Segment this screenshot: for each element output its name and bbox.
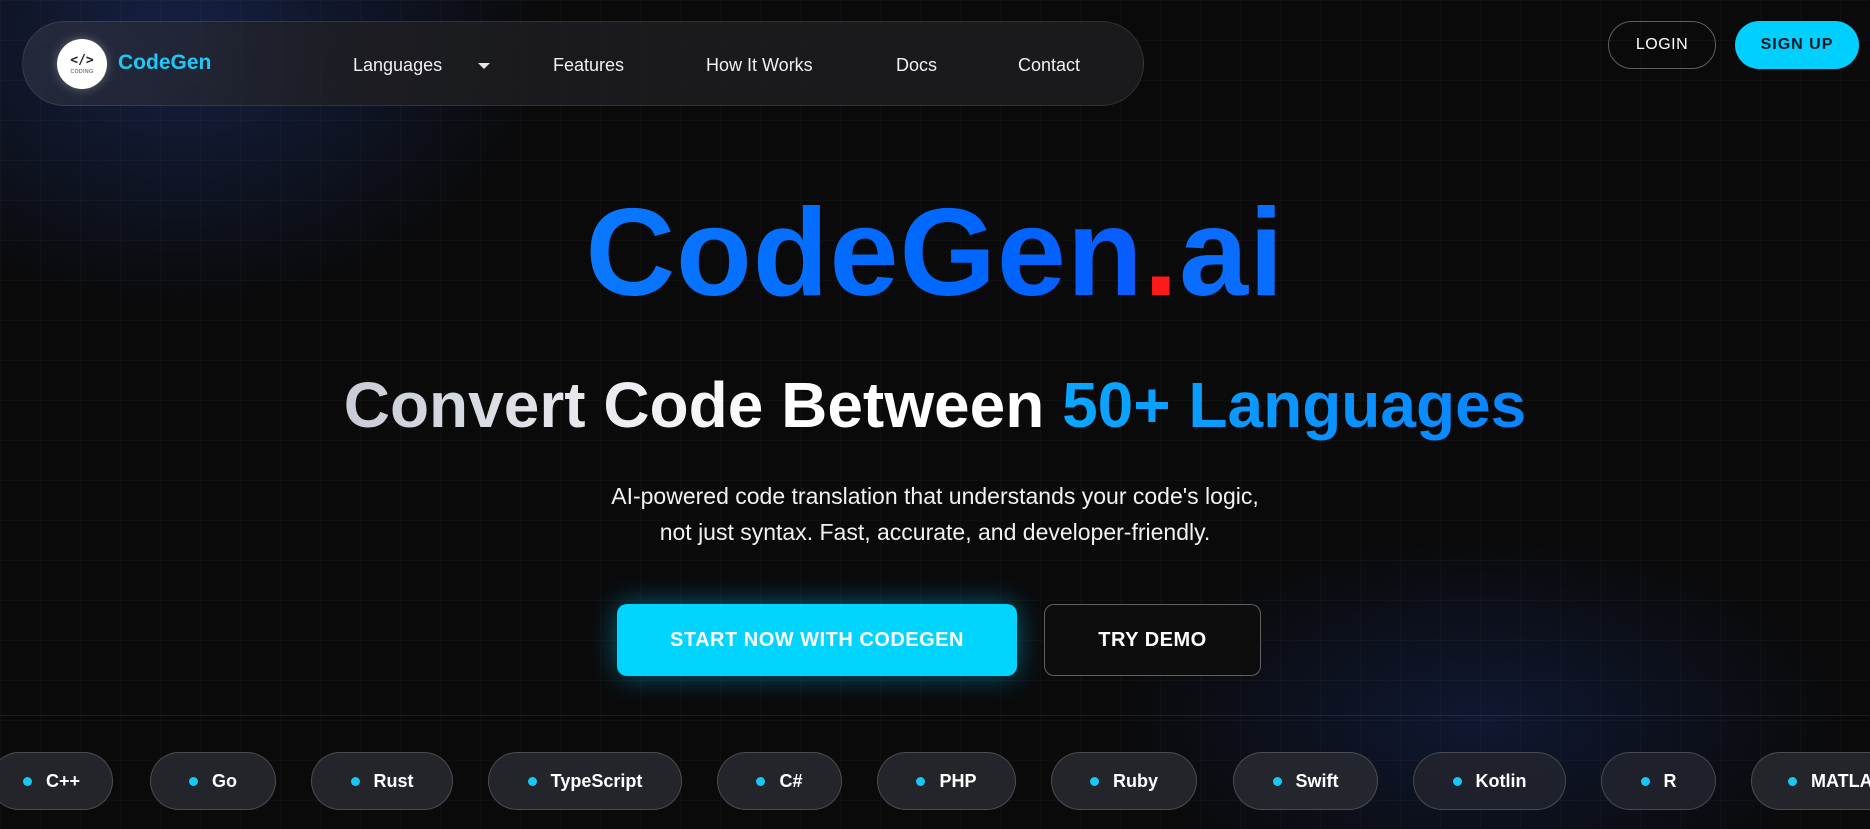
bullet-dot-icon <box>1640 776 1650 786</box>
hero-title-dot: . <box>1143 184 1180 322</box>
nav-features[interactable]: Features <box>553 55 624 76</box>
signup-button[interactable]: SIGN UP <box>1735 21 1859 69</box>
nav-docs[interactable]: Docs <box>896 55 937 76</box>
hero-title: CodeGen.ai <box>0 183 1870 323</box>
language-pill[interactable]: Go <box>150 752 276 810</box>
hero-subtitle: Convert Code Between 50+ Languages <box>0 368 1870 442</box>
nav-languages[interactable]: Languages <box>353 55 442 76</box>
language-label: Kotlin <box>1475 770 1527 791</box>
hero-description-line-1: AI-powered code translation that underst… <box>611 483 1259 509</box>
bullet-dot-icon <box>1452 776 1462 786</box>
language-label: Ruby <box>1113 770 1158 791</box>
language-pill[interactable]: Rust <box>311 752 453 810</box>
hero-description: AI-powered code translation that underst… <box>0 478 1870 550</box>
bullet-dot-icon <box>22 776 32 786</box>
bullet-dot-icon <box>916 776 926 786</box>
language-pill[interactable]: C++ <box>0 752 113 810</box>
chevron-down-icon[interactable] <box>478 63 490 69</box>
hero-subtitle-highlight: 50+ Languages <box>1062 369 1527 441</box>
bullet-dot-icon <box>527 776 537 786</box>
bullet-dot-icon <box>1090 776 1099 786</box>
hero-title-suffix: ai <box>1179 184 1285 322</box>
language-pill[interactable]: MATLAB <box>1751 752 1870 810</box>
language-label: PHP <box>939 770 977 791</box>
language-pill[interactable]: C# <box>717 752 842 810</box>
try-demo-button[interactable]: TRY DEMO <box>1044 604 1261 676</box>
navbar: </> CODING CodeGen Languages Features Ho… <box>22 21 1144 106</box>
bullet-dot-icon <box>350 776 360 786</box>
start-now-button[interactable]: START NOW WITH CODEGEN <box>617 604 1017 676</box>
logo-glyph: </> <box>70 52 94 68</box>
language-pill[interactable]: Kotlin <box>1413 752 1566 810</box>
bullet-dot-icon <box>1788 776 1797 786</box>
language-pill[interactable]: TypeScript <box>488 752 682 810</box>
hero-subtitle-lead: Convert Code Between <box>343 369 1063 441</box>
language-label: C# <box>779 770 803 791</box>
language-label: Rust <box>373 770 414 791</box>
nav-how-it-works[interactable]: How It Works <box>706 55 813 76</box>
hero-description-line-2: not just syntax. Fast, accurate, and dev… <box>659 519 1211 545</box>
bullet-dot-icon <box>189 776 198 786</box>
language-label: MATLAB <box>1811 770 1870 791</box>
nav-contact[interactable]: Contact <box>1018 55 1080 76</box>
bullet-dot-icon <box>756 776 766 786</box>
hero-title-main: CodeGen <box>585 184 1144 322</box>
brand-name[interactable]: CodeGen <box>118 51 211 75</box>
landing-page: </> CODING CodeGen Languages Features Ho… <box>0 0 1870 829</box>
language-label: TypeScript <box>550 770 643 791</box>
language-strip: C++ Go Rust TypeScript C# PHP Ruby Swift… <box>0 752 1870 812</box>
language-label: Swift <box>1295 770 1339 791</box>
logo-subtext: CODING <box>70 68 94 75</box>
language-pill[interactable]: Swift <box>1233 752 1378 810</box>
language-label: Go <box>212 770 237 791</box>
logo-icon[interactable]: </> CODING <box>57 39 107 89</box>
language-label: R <box>1663 770 1677 791</box>
bullet-dot-icon <box>1272 776 1282 786</box>
login-button[interactable]: LOGIN <box>1608 21 1716 69</box>
language-pill[interactable]: R <box>1601 752 1716 810</box>
language-label: C++ <box>45 770 81 791</box>
language-pill[interactable]: Ruby <box>1051 752 1197 810</box>
section-divider <box>0 715 1870 716</box>
language-pill[interactable]: PHP <box>877 752 1016 810</box>
